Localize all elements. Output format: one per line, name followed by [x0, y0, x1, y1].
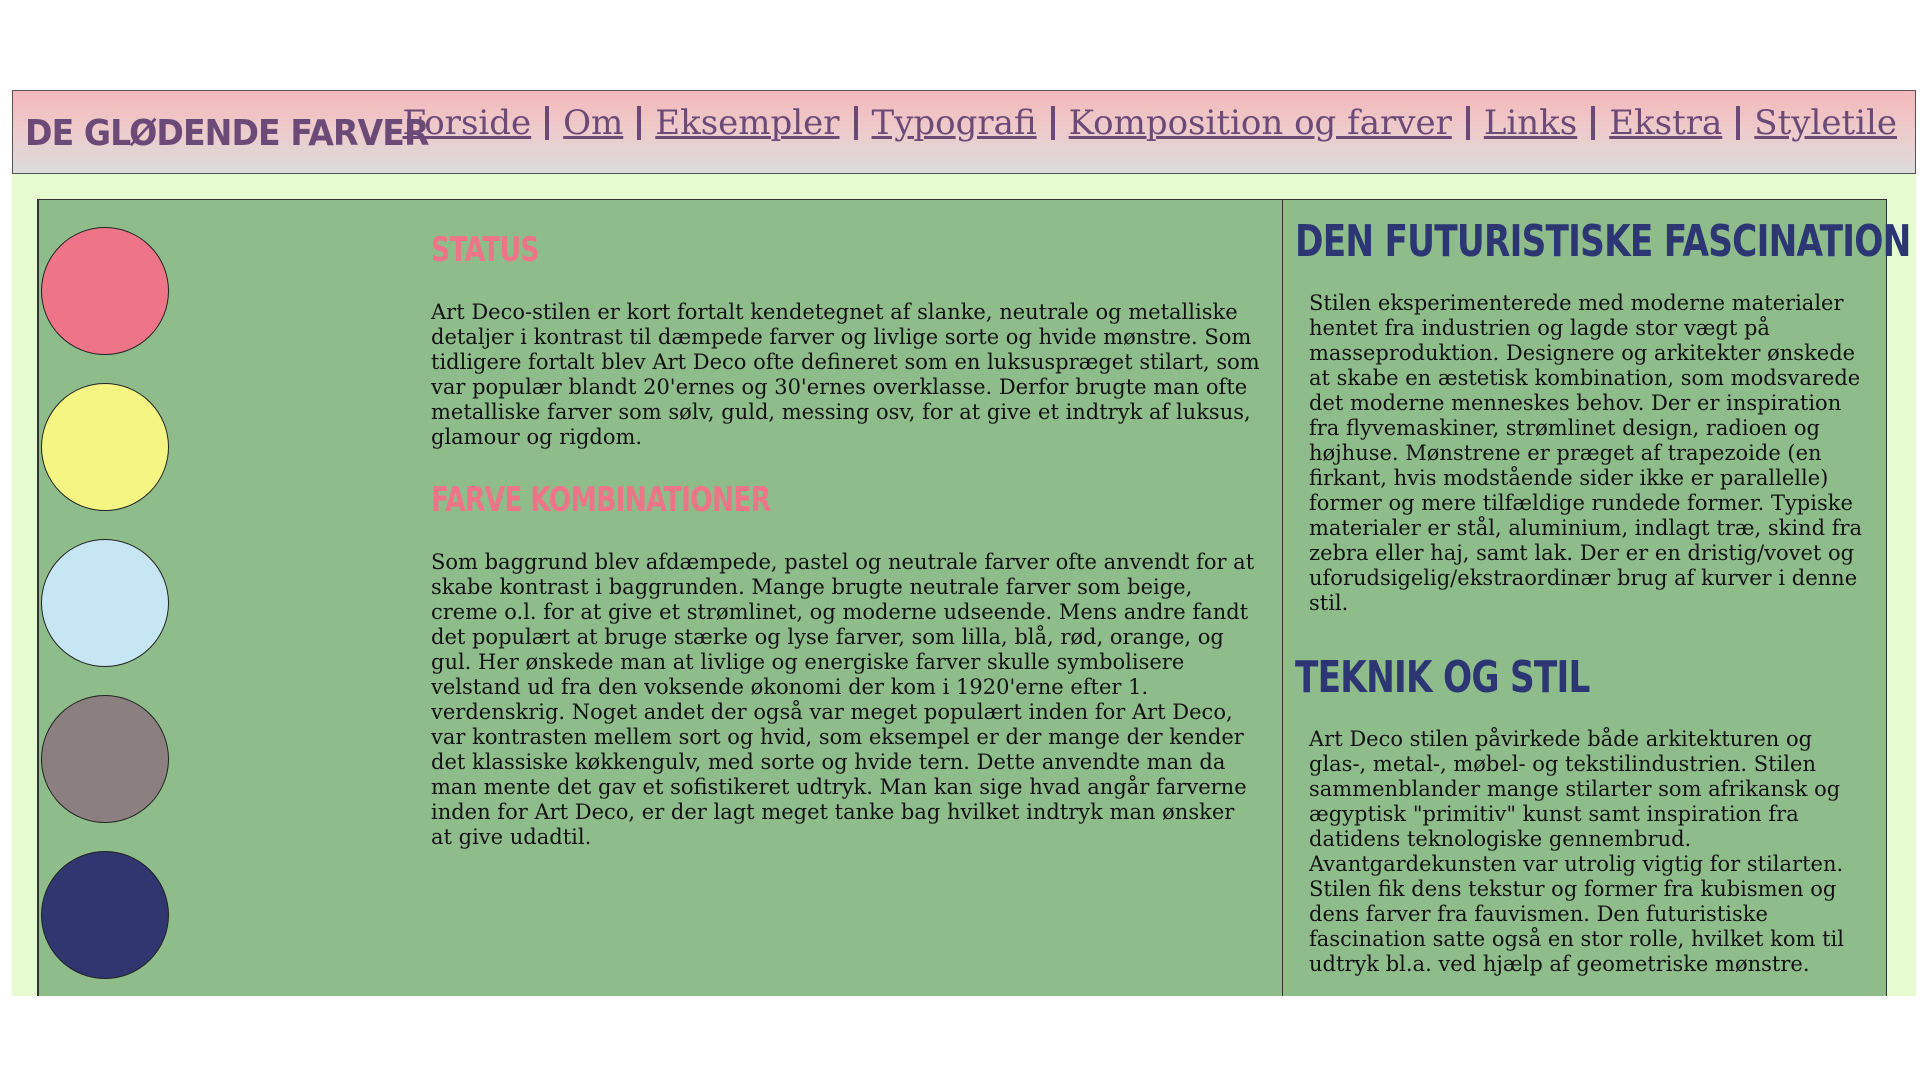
- futuristic-body: Stilen eksperimenterede med moderne mate…: [1283, 267, 1886, 616]
- nav-separator: [853, 106, 858, 140]
- site-header: De glødende farver Forside Om Eksempler …: [12, 90, 1916, 174]
- color-swatch-lightblue: [41, 539, 169, 667]
- nav-link-komposition[interactable]: Komposition og farver: [1069, 103, 1452, 143]
- site-logo[interactable]: De glødende farver: [25, 113, 429, 154]
- color-combinations-heading: Farve kombinationer: [431, 480, 771, 520]
- technique-heading: Teknik og stil: [1295, 652, 1590, 703]
- color-swatch-navy: [41, 851, 169, 979]
- right-column: Den futuristiske fascination Stilen eksp…: [1282, 200, 1911, 996]
- technique-section: Teknik og stil: [1283, 616, 1886, 703]
- nav-link-om[interactable]: Om: [563, 103, 623, 143]
- technique-paragraph: Art Deco stilen påvirkede både arkitektu…: [1309, 727, 1844, 976]
- color-combinations-paragraph: Som baggrund blev afdæmpede, pastel og n…: [431, 550, 1255, 849]
- futuristic-paragraph: Stilen eksperimenterede med moderne mate…: [1309, 291, 1863, 615]
- color-swatch-pink: [41, 227, 169, 355]
- technique-body: Art Deco stilen påvirkede både arkitektu…: [1283, 703, 1886, 977]
- futuristic-section: Den futuristiske fascination: [1283, 200, 1911, 267]
- nav-link-forside[interactable]: Forside: [402, 103, 531, 143]
- color-text-block: Status Art Deco-stilen er kort fortalt k…: [431, 220, 1261, 880]
- nav-link-eksempler[interactable]: Eksempler: [655, 103, 839, 143]
- nav-separator: [1465, 106, 1470, 140]
- color-swatch-gray: [41, 695, 169, 823]
- nav-separator: [1736, 106, 1741, 140]
- status-paragraph: Art Deco-stilen er kort fortalt kendeteg…: [431, 300, 1260, 449]
- futuristic-heading: Den futuristiske fascination: [1295, 216, 1911, 267]
- nav-separator: [545, 106, 550, 140]
- nav-separator: [1050, 106, 1055, 140]
- status-heading: Status: [431, 230, 539, 270]
- nav-link-styletile[interactable]: Styletile: [1754, 103, 1897, 143]
- nav-link-links[interactable]: Links: [1484, 103, 1577, 143]
- nav-link-typografi[interactable]: Typografi: [872, 103, 1037, 143]
- color-swatch-yellow: [41, 383, 169, 511]
- nav-link-ekstra[interactable]: Ekstra: [1609, 103, 1722, 143]
- left-column: Status Art Deco-stilen er kort fortalt k…: [38, 200, 1283, 996]
- site-container: De glødende farver Forside Om Eksempler …: [12, 90, 1916, 996]
- nav-separator: [637, 106, 642, 140]
- nav-separator: [1591, 106, 1596, 140]
- main-nav: Forside Om Eksempler Typografi Kompositi…: [402, 103, 1897, 143]
- main-content: Status Art Deco-stilen er kort fortalt k…: [37, 199, 1911, 996]
